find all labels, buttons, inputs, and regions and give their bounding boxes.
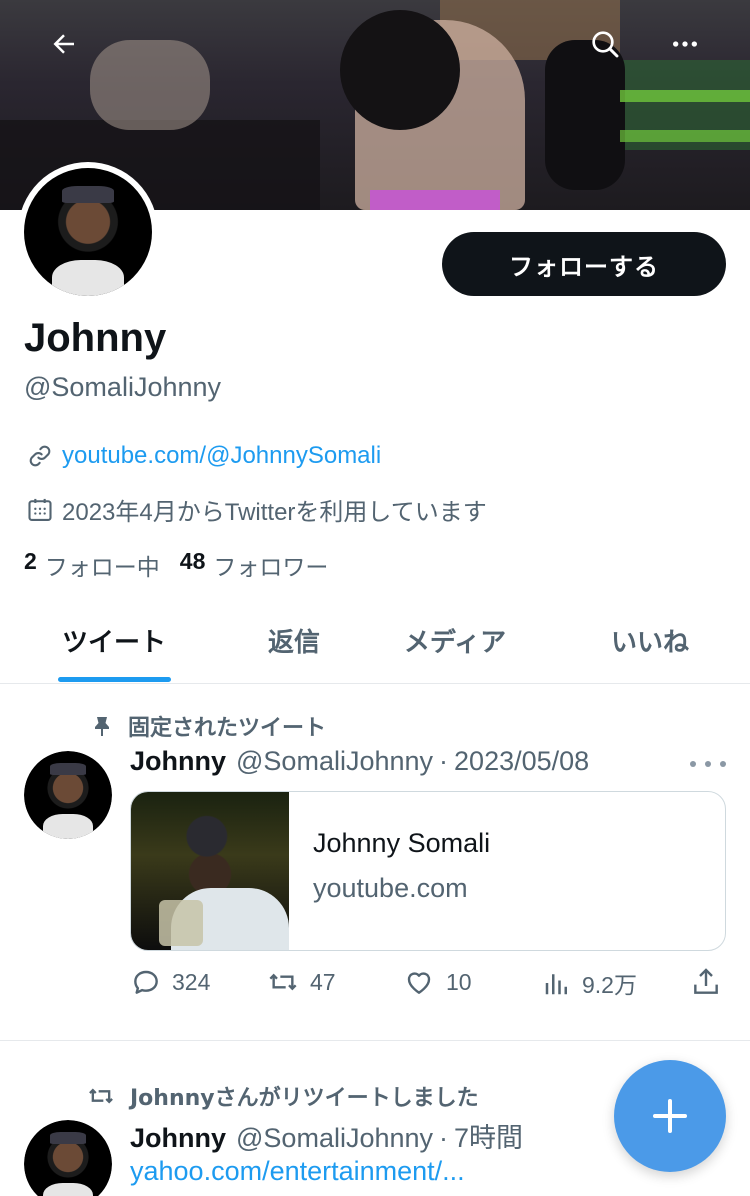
tweet-author-handle: @SomaliJohnny <box>236 1123 434 1153</box>
joined-row: 2023年4月からTwitterを利用しています <box>26 492 487 527</box>
pin-icon <box>95 717 109 736</box>
tweet-time[interactable]: 2023/05/08 <box>454 746 589 777</box>
tab-media[interactable]: メディア <box>380 598 530 683</box>
retweet-button[interactable]: 47 <box>266 966 336 998</box>
heart-icon <box>407 972 431 994</box>
compose-tweet-button[interactable] <box>614 1060 726 1172</box>
more-button[interactable] <box>663 22 707 66</box>
tweet-separator: · <box>439 1123 449 1153</box>
tweet-divider <box>0 1040 750 1041</box>
profile-tabs: ツイート 返信 メディア いいね <box>0 598 750 684</box>
card-domain: youtube.com <box>313 873 468 903</box>
followers-count: 48 <box>179 548 206 574</box>
tweet-avatar[interactable] <box>24 751 112 839</box>
joined-date: 2023年4月からTwitterを利用しています <box>62 499 487 526</box>
active-tab-indicator <box>58 677 171 682</box>
tweet-actions: 324 47 10 9.2万 <box>130 966 726 1006</box>
profile-avatar[interactable] <box>18 162 158 302</box>
following-count: 2 <box>24 548 37 574</box>
tab-likes[interactable]: いいね <box>578 598 722 683</box>
retweet-count: 47 <box>310 968 336 995</box>
retweet-icon <box>89 1088 113 1104</box>
tweet-author-name[interactable]: Johnny <box>130 1123 226 1154</box>
tab-tweets[interactable]: ツイート <box>30 598 198 683</box>
like-count: 10 <box>446 968 472 995</box>
pinned-label: 固定されたツイート <box>128 716 327 741</box>
tweet-header: Johnny @SomaliJohnny · 7時間 <box>130 1116 523 1155</box>
tweet-avatar[interactable] <box>24 1120 112 1196</box>
retweet-icon <box>269 973 297 991</box>
handle: @SomaliJohnny <box>24 372 222 402</box>
pinned-context: 固定されたツイート <box>90 710 326 742</box>
reply-count: 324 <box>172 968 211 995</box>
tweet-author-handle: @SomaliJohnny <box>236 746 434 776</box>
search-icon <box>592 31 619 58</box>
retweet-context: Johnnyさんがリツイートしました <box>86 1080 479 1112</box>
reply-button[interactable]: 324 <box>130 966 210 998</box>
tweet-link[interactable]: yahoo.com/entertainment/... <box>130 1156 465 1187</box>
share-icon <box>694 968 718 994</box>
display-name: Johnny <box>24 316 167 360</box>
share-button[interactable] <box>690 966 722 998</box>
link-card[interactable]: Johnny Somali youtube.com <box>130 791 726 951</box>
tweet-time[interactable]: 7時間 <box>454 1116 523 1155</box>
view-count: 9.2万 <box>582 972 637 998</box>
search-button[interactable] <box>583 22 627 66</box>
analytics-icon <box>545 974 567 995</box>
reply-icon <box>134 970 158 994</box>
website-link[interactable]: youtube.com/@JohnnySomali <box>62 442 381 470</box>
back-button[interactable] <box>42 22 86 66</box>
tweet-separator: · <box>439 746 449 776</box>
tweet-more-button[interactable] <box>690 752 726 776</box>
card-thumbnail <box>131 792 289 950</box>
views-button[interactable]: 9.2万 <box>542 966 637 1000</box>
follow-stats: 2 フォロー中 48 フォロワー <box>24 548 348 582</box>
arrow-left-icon <box>53 34 74 54</box>
website-row: youtube.com/@JohnnySomali <box>26 442 381 470</box>
tweet-header: Johnny @SomaliJohnny · 2023/05/08 <box>130 746 589 777</box>
tab-replies[interactable]: 返信 <box>230 598 358 683</box>
tweet-author-name[interactable]: Johnny <box>130 746 226 777</box>
followers-link[interactable]: 48 フォロワー <box>180 548 329 582</box>
followers-label: フォロワー <box>213 554 329 580</box>
follow-button[interactable]: フォローする <box>442 232 726 296</box>
following-link[interactable]: 2 フォロー中 <box>24 548 160 582</box>
more-horizontal-icon <box>673 41 697 47</box>
calendar-icon <box>28 498 52 521</box>
like-button[interactable]: 10 <box>402 966 472 998</box>
following-label: フォロー中 <box>44 554 160 580</box>
retweet-label: Johnnyさんがリツイートしました <box>130 1086 479 1111</box>
plus-icon <box>653 1099 687 1133</box>
link-icon <box>29 445 51 467</box>
card-title: Johnny Somali <box>313 828 491 858</box>
